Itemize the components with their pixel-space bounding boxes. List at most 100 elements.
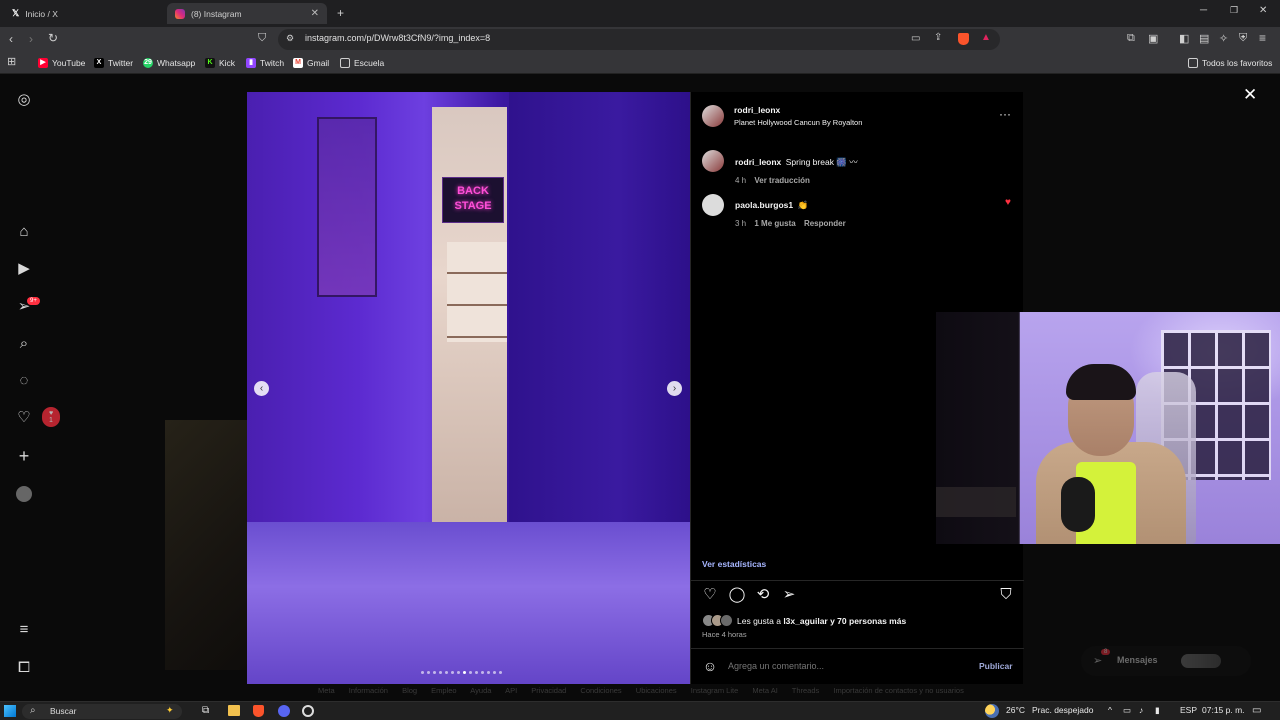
new-tab-button[interactable]: + [337, 6, 344, 20]
caption-username[interactable]: rodri_leonx [735, 157, 781, 167]
task-view-icon[interactable]: ⧉ [202, 705, 209, 716]
likers-avatars[interactable] [702, 614, 736, 627]
minimize-icon[interactable]: ─ [1200, 5, 1207, 16]
comment-username[interactable]: paola.burgos1 [735, 200, 793, 210]
footer-link[interactable]: Ayuda [470, 686, 491, 695]
clock[interactable]: 07:15 p. m. [1202, 705, 1245, 715]
footer-link[interactable]: Condiciones [580, 686, 621, 695]
forward-icon[interactable]: › [29, 32, 33, 46]
share-icon[interactable]: ➢ [780, 586, 798, 604]
footer-link[interactable]: Ubicaciones [636, 686, 677, 695]
footer-link[interactable]: Importación de contactos y no usuarios [833, 686, 964, 695]
volume-icon[interactable]: ♪ [1139, 705, 1143, 715]
post-location[interactable]: Planet Hollywood Cancun By Royalton [734, 118, 862, 127]
wallet-icon[interactable]: ▣ [1148, 32, 1158, 45]
reels-icon[interactable]: ▶ [16, 261, 32, 277]
instagram-logo-icon[interactable]: ◎ [16, 92, 32, 108]
footer-link[interactable]: Meta [318, 686, 335, 695]
comment-icon[interactable]: ◯ [728, 586, 746, 604]
battery-icon[interactable]: ▮ [1155, 705, 1160, 716]
bookmark-kick[interactable]: K Kick [205, 56, 235, 70]
brave-shield-icon[interactable] [958, 33, 969, 45]
emoji-icon[interactable]: ☺ [701, 657, 719, 675]
bookmark-page-icon[interactable]: ⛉ [258, 32, 266, 45]
translate-link[interactable]: Ver traducción [754, 176, 810, 185]
obs-taskbar-icon[interactable] [302, 705, 314, 717]
notifications-heart-icon[interactable]: ♡ [16, 410, 32, 426]
likes-user[interactable]: l3x_aguilar [783, 616, 827, 626]
bookmark-escuela[interactable]: Escuela [340, 56, 384, 70]
site-info-icon[interactable]: ⚙ [286, 33, 294, 44]
share-icon[interactable]: ⇪ [934, 32, 942, 43]
shield-icon[interactable]: ⛨ [1239, 32, 1247, 45]
next-image-button[interactable]: › [667, 381, 682, 396]
footer-link[interactable]: Instagram Lite [691, 686, 739, 695]
footer-link[interactable]: Blog [402, 686, 417, 695]
menu-icon[interactable]: ≡ [1259, 31, 1266, 45]
apps-grid-icon[interactable]: ⊞ [7, 55, 16, 68]
weather-temp[interactable]: 26°C [1006, 705, 1025, 715]
restore-icon[interactable]: ❐ [1230, 5, 1238, 16]
commenter-avatar[interactable] [702, 194, 724, 216]
comment-liked-heart-icon[interactable]: ♥ [1005, 197, 1011, 208]
footer-link[interactable]: Información [349, 686, 388, 695]
author-username[interactable]: rodri_leonx [734, 105, 862, 115]
search-icon[interactable]: ⌕ [16, 336, 32, 352]
brave-rewards-icon[interactable]: ▲ [981, 32, 991, 43]
publish-button[interactable]: Publicar [979, 661, 1013, 671]
language-indicator[interactable]: ESP [1180, 705, 1197, 715]
caption-avatar[interactable] [702, 150, 724, 172]
create-icon[interactable]: + [16, 447, 32, 465]
comment-likes[interactable]: 1 Me gusta [754, 219, 795, 228]
likes-more[interactable]: y 70 personas más [828, 616, 906, 626]
previous-image-button[interactable]: ‹ [254, 381, 269, 396]
view-insights-link[interactable]: Ver estadísticas [702, 559, 766, 569]
author-avatar[interactable] [702, 105, 724, 127]
bookmark-twitch[interactable]: ▮ Twitch [246, 56, 284, 70]
sidebar-toggle-icon[interactable]: ◧ [1179, 32, 1189, 45]
likes-summary[interactable]: Les gusta a l3x_aguilar y 70 personas má… [737, 616, 906, 626]
reply-button[interactable]: Responder [804, 219, 846, 228]
cast-icon[interactable]: ▭ [911, 33, 920, 44]
leo-ai-icon[interactable]: ✧ [1219, 32, 1228, 45]
more-options-icon[interactable]: ··· [999, 107, 1011, 121]
reload-icon[interactable]: ↻ [48, 31, 58, 45]
tab-inicio-x[interactable]: 𝕏 Inicio / X [4, 3, 164, 24]
weather-desc[interactable]: Prac. despejado [1032, 705, 1093, 715]
taskbar-search[interactable]: ⌕ Buscar ✦ [22, 704, 182, 719]
bookmark-youtube[interactable]: ▶ YouTube [38, 56, 85, 70]
like-icon[interactable]: ♡ [701, 586, 719, 604]
notifications-icon[interactable]: ▭ [1252, 705, 1261, 716]
comment-input[interactable] [728, 657, 958, 675]
brave-taskbar-icon[interactable] [253, 705, 264, 717]
close-tab-icon[interactable]: ✕ [311, 8, 319, 19]
bookmark-twitter[interactable]: X Twitter [94, 56, 133, 70]
home-icon[interactable]: ⌂ [16, 224, 32, 240]
file-explorer-icon[interactable] [228, 705, 240, 716]
back-icon[interactable]: ‹ [9, 32, 13, 46]
footer-link[interactable]: Empleo [431, 686, 456, 695]
messages-pill[interactable]: ➢ 8 Mensajes [1081, 646, 1251, 676]
profile-avatar[interactable] [16, 486, 32, 502]
url-text[interactable]: instagram.com/p/DWrw8t3CfN9/?img_index=8 [305, 33, 490, 43]
extensions-icon[interactable]: ⧉ [1127, 32, 1135, 45]
footer-link[interactable]: API [505, 686, 517, 695]
all-bookmarks[interactable]: Todos los favoritos [1188, 56, 1272, 70]
discord-taskbar-icon[interactable] [278, 705, 290, 717]
post-photo[interactable]: BACK STAGE [247, 92, 690, 684]
more-menu-icon[interactable]: ≡ [16, 622, 32, 638]
bookmark-whatsapp[interactable]: 29 Whatsapp [143, 56, 195, 70]
footer-link[interactable]: Privacidad [531, 686, 566, 695]
save-icon[interactable]: ⛉ [997, 586, 1015, 604]
network-icon[interactable]: ▭ [1123, 705, 1131, 716]
footer-link[interactable]: Meta AI [752, 686, 777, 695]
close-window-icon[interactable]: ✕ [1259, 5, 1267, 16]
tab-instagram[interactable]: (8) Instagram ✕ [167, 3, 327, 24]
show-hidden-icons[interactable]: ^ [1108, 705, 1112, 715]
footer-link[interactable]: Threads [792, 686, 820, 695]
also-from-meta-icon[interactable]: ⧠ [16, 660, 32, 676]
vpn-icon[interactable]: ▤ [1199, 32, 1209, 45]
bookmark-gmail[interactable]: M Gmail [293, 56, 329, 70]
close-post-icon[interactable]: ✕ [1243, 85, 1257, 105]
repost-icon[interactable]: ⟲ [754, 586, 772, 604]
